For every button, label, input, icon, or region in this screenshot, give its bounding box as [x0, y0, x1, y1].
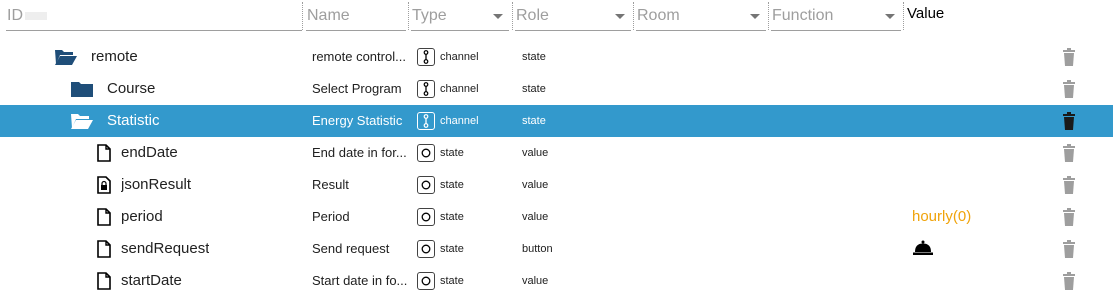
row-role: state [522, 51, 546, 63]
row-name[interactable]: Result [312, 169, 410, 201]
state-icon [417, 176, 435, 194]
delete-icon[interactable] [1060, 105, 1078, 137]
row-name[interactable]: remote control... [312, 41, 410, 73]
channel-icon [417, 48, 435, 66]
file-lock-icon [92, 169, 116, 201]
row-role: state [522, 83, 546, 95]
row-type: state [417, 169, 464, 201]
file-icon [92, 233, 116, 265]
row-type: state [417, 201, 464, 233]
function-filter-label: Function [772, 7, 834, 24]
row-role: value [522, 275, 549, 287]
folder-open-icon[interactable] [54, 41, 78, 73]
row-name[interactable]: Period [312, 201, 410, 233]
bell-icon[interactable] [912, 240, 934, 261]
row-id: Course [107, 80, 156, 97]
row-type-label: state [440, 243, 464, 255]
row-type: channel [417, 73, 479, 105]
value-column-header: Value [907, 5, 945, 22]
state-icon [417, 144, 435, 162]
table-row[interactable]: period Period state value hourly(0) [0, 201, 1113, 233]
row-id: Statistic [107, 112, 160, 129]
id-filter-label: ID [7, 7, 23, 24]
row-role: button [522, 243, 553, 255]
row-id: startDate [121, 272, 182, 289]
channel-icon [417, 80, 435, 98]
row-type-label: channel [440, 51, 479, 63]
row-name[interactable]: Start date in fo... [312, 265, 410, 297]
chevron-down-icon [750, 14, 760, 19]
state-icon [417, 240, 435, 258]
row-id: period [121, 208, 163, 225]
row-type-label: state [440, 147, 464, 159]
row-type: state [417, 137, 464, 169]
row-id: sendRequest [121, 240, 210, 257]
room-filter-select[interactable]: Room [636, 4, 766, 32]
delete-icon[interactable] [1060, 169, 1078, 201]
file-icon [92, 265, 116, 297]
row-role: state [522, 115, 546, 127]
type-filter-select[interactable]: Type [411, 4, 509, 32]
role-filter-select[interactable]: Role [515, 4, 631, 32]
column-header-bar: ID Name Type Role Room Function Value [0, 0, 1113, 40]
row-type-label: state [440, 211, 464, 223]
row-type: state [417, 265, 464, 297]
delete-icon[interactable] [1060, 73, 1078, 105]
delete-icon[interactable] [1060, 233, 1078, 265]
type-filter-label: Type [412, 7, 447, 24]
chevron-down-icon [885, 14, 895, 19]
column-divider[interactable] [512, 2, 513, 30]
room-filter-label: Room [637, 7, 680, 24]
table-row[interactable]: jsonResult Result state value [0, 169, 1113, 201]
column-divider[interactable] [302, 2, 303, 30]
folder-open-icon[interactable] [70, 105, 94, 137]
name-filter[interactable]: Name [306, 4, 406, 32]
table-row[interactable]: remote remote control... channel state [0, 41, 1113, 73]
row-type-label: state [440, 275, 464, 287]
state-icon [417, 272, 435, 290]
row-type: channel [417, 105, 479, 137]
column-divider[interactable] [633, 2, 634, 30]
file-icon [92, 137, 116, 169]
delete-icon[interactable] [1060, 41, 1078, 73]
file-icon [92, 201, 116, 233]
id-filter[interactable]: ID [6, 4, 302, 32]
row-role: value [522, 179, 549, 191]
chevron-down-icon [615, 14, 625, 19]
row-type-label: channel [440, 115, 479, 127]
delete-icon[interactable] [1060, 137, 1078, 169]
folder-icon[interactable] [70, 73, 94, 105]
row-name[interactable]: End date in for... [312, 137, 410, 169]
column-divider[interactable] [903, 2, 904, 30]
row-name[interactable]: Energy Statistic [312, 105, 410, 137]
delete-icon[interactable] [1060, 265, 1078, 297]
row-id: jsonResult [121, 176, 192, 193]
table-row[interactable]: Course Select Program channel state [0, 73, 1113, 105]
row-name[interactable]: Select Program [312, 73, 410, 105]
row-role: value [522, 211, 549, 223]
row-type-label: state [440, 179, 464, 191]
channel-icon [417, 112, 435, 130]
row-type: channel [417, 41, 479, 73]
column-divider[interactable] [768, 2, 769, 30]
table-row[interactable]: Statistic Energy Statistic channel state [0, 105, 1113, 137]
name-filter-label: Name [307, 7, 350, 24]
state-icon [417, 208, 435, 226]
delete-icon[interactable] [1060, 201, 1078, 233]
row-value[interactable]: hourly(0) [912, 201, 971, 233]
row-name[interactable]: Send request [312, 233, 410, 265]
role-filter-label: Role [516, 7, 549, 24]
row-role: value [522, 147, 549, 159]
table-row[interactable]: sendRequest Send request state button [0, 233, 1113, 265]
row-type: state [417, 233, 464, 265]
column-divider[interactable] [408, 2, 409, 30]
table-row[interactable]: endDate End date in for... state value [0, 137, 1113, 169]
chevron-down-icon [493, 14, 503, 19]
function-filter-select[interactable]: Function [771, 4, 901, 32]
table-row[interactable]: startDate Start date in fo... state value [0, 265, 1113, 297]
row-type-label: channel [440, 83, 479, 95]
row-id: endDate [121, 144, 178, 161]
row-id: remote [91, 48, 138, 65]
